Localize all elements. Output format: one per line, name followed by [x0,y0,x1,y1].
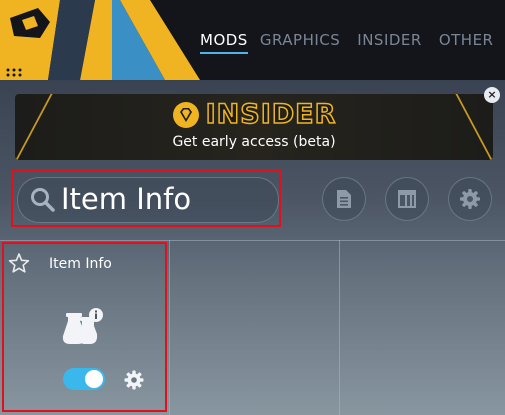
banner-subtitle: Get early access (beta) [172,134,336,150]
banner-title: INSIDER [15,98,493,131]
app-header: MODS GRAPHICS INSIDER OTHER [0,0,505,80]
banner-title-text: INSIDER [205,98,337,131]
search-highlight-frame [11,170,281,227]
layout-button[interactable] [385,177,429,221]
top-nav: MODS GRAPHICS INSIDER OTHER [200,28,505,54]
insider-banner[interactable]: INSIDER Get early access (beta) [15,94,493,160]
gear-icon [460,189,480,209]
tab-insider[interactable]: INSIDER [357,28,422,52]
settings-button[interactable] [448,177,492,221]
tab-mods[interactable]: MODS [200,28,248,54]
layout-icon [398,190,416,208]
file-list-button[interactable] [322,177,366,221]
app-logo [0,0,200,80]
tab-graphics[interactable]: GRAPHICS [260,28,340,52]
grid-divider [169,240,170,415]
tab-other[interactable]: OTHER [439,28,494,52]
banner-close-button[interactable]: × [484,87,500,103]
diamond-icon [172,101,199,128]
mod-card-highlight-frame [2,242,167,412]
file-list-icon [337,190,351,208]
grid-divider [339,240,340,415]
